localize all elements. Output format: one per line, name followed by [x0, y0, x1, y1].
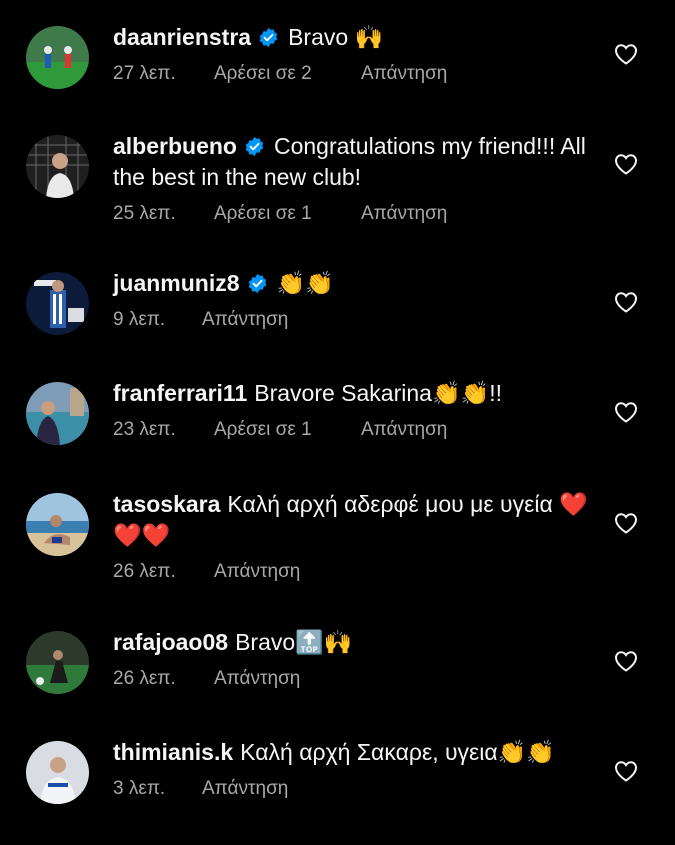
comment-time: 23 λεπ. [113, 419, 176, 440]
avatar[interactable] [26, 382, 89, 445]
verified-badge-icon [259, 27, 278, 48]
comment-body: Bravo 🙌 [288, 24, 384, 50]
heart-outline-icon [614, 292, 638, 313]
like-button[interactable] [614, 43, 638, 65]
comment-text: tasoskara Καλή αρχή αδερφέ μου με υγεία ❤… [113, 489, 593, 551]
reply-button[interactable]: Απάντηση [214, 561, 300, 583]
comment-likes-link[interactable]: Αρέσει σε 1 [214, 203, 361, 225]
comment-time: 3 λεπ. [113, 778, 166, 799]
reply-button[interactable]: Απάντηση [202, 309, 288, 331]
comment-text: alberbueno Congratulations my friend!!! A… [113, 131, 593, 193]
comment-likes-link[interactable]: Αρέσει σε 1 [214, 419, 361, 441]
avatar[interactable] [26, 493, 89, 556]
comment-text: juanmuniz8 👏👏 [113, 268, 593, 299]
heart-outline-icon [614, 154, 638, 175]
avatar[interactable] [26, 26, 89, 89]
reply-button[interactable]: Απάντηση [361, 203, 447, 225]
reply-button[interactable]: Απάντηση [202, 778, 288, 800]
like-button[interactable] [614, 401, 638, 423]
avatar[interactable] [26, 631, 89, 694]
comment-username[interactable]: tasoskara [113, 491, 220, 517]
comment-username[interactable]: daanrienstra [113, 24, 251, 50]
heart-outline-icon [614, 761, 638, 782]
comment-body: 👏👏 [276, 270, 334, 296]
comment-text: rafajoao08 Bravo🔝🙌 [113, 627, 593, 658]
heart-outline-icon [614, 651, 638, 672]
comment-username[interactable]: thimianis.k [113, 739, 233, 765]
reply-button[interactable]: Απάντηση [361, 63, 447, 85]
comment-time: 9 λεπ. [113, 309, 166, 330]
comment-body: Bravore Sakarina👏👏!! [254, 380, 503, 406]
comment-username[interactable]: rafajoao08 [113, 629, 228, 655]
comment-text: daanrienstra Bravo 🙌 [113, 22, 593, 53]
comment-body: Bravo🔝🙌 [235, 629, 353, 655]
heart-outline-icon [614, 513, 638, 534]
like-button[interactable] [614, 650, 638, 672]
comment-username[interactable]: alberbueno [113, 133, 237, 159]
heart-outline-icon [614, 402, 638, 423]
comments-list: daanrienstra Bravo 🙌 27 λεπ. Αρέσει σε 2 Απ… [0, 0, 675, 845]
comment-time: 26 λεπ. [113, 561, 176, 582]
heart-outline-icon [614, 44, 638, 65]
avatar[interactable] [26, 741, 89, 804]
like-button[interactable] [614, 760, 638, 782]
like-button[interactable] [614, 512, 638, 534]
comment-time: 27 λεπ. [113, 63, 176, 84]
comment-likes-link[interactable]: Αρέσει σε 2 [214, 63, 361, 85]
comment-time: 26 λεπ. [113, 668, 176, 689]
verified-badge-icon [245, 136, 264, 157]
comment-text: thimianis.k Καλή αρχή Σακαρε, υγεια👏👏 [113, 737, 593, 768]
reply-button[interactable]: Απάντηση [361, 419, 447, 441]
avatar[interactable] [26, 135, 89, 198]
comment-text: franferrari11 Bravore Sakarina👏👏!! [113, 378, 593, 409]
like-button[interactable] [614, 153, 638, 175]
comment-username[interactable]: juanmuniz8 [113, 270, 240, 296]
avatar[interactable] [26, 272, 89, 335]
comment-body: Καλή αρχή Σακαρε, υγεια👏👏 [240, 739, 555, 765]
reply-button[interactable]: Απάντηση [214, 668, 300, 690]
verified-badge-icon [248, 273, 266, 294]
comment-time: 25 λεπ. [113, 203, 176, 224]
comment-username[interactable]: franferrari11 [113, 380, 247, 406]
like-button[interactable] [614, 291, 638, 313]
